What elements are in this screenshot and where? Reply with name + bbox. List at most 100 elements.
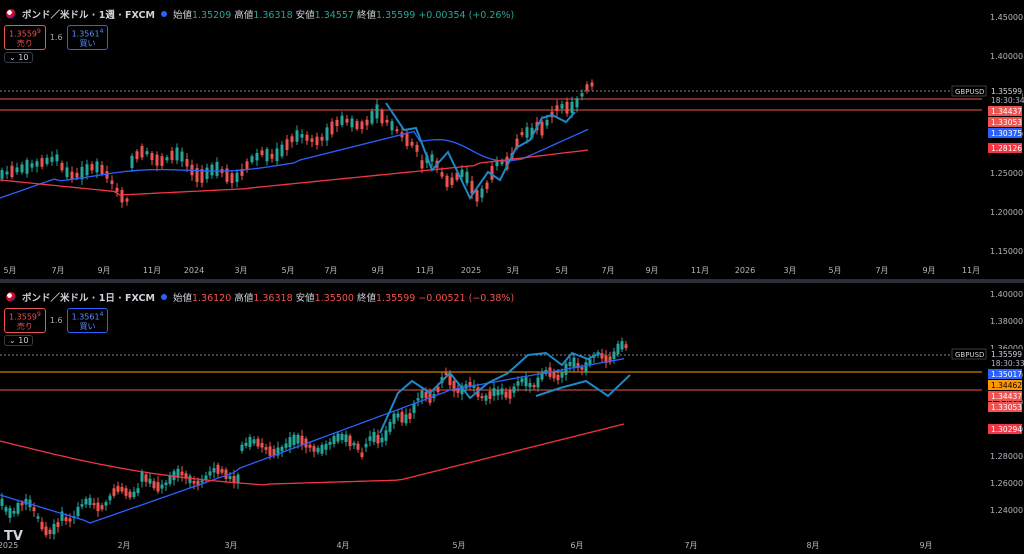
- sell-button[interactable]: 1.35599 売り: [4, 25, 46, 50]
- moving-average-line: [0, 423, 625, 486]
- collapse-indicators-button[interactable]: ⌄ 10: [4, 335, 34, 346]
- candle-body: [532, 385, 536, 388]
- price-tag-label: 18:30:33: [991, 359, 1024, 368]
- close-label: 終値: [357, 10, 377, 21]
- buy-button[interactable]: 1.35614 買い: [66, 308, 109, 333]
- daily-chart-canvas[interactable]: 1.400001.380001.360001.340001.320001.300…: [0, 283, 1024, 554]
- sell-button[interactable]: 1.35599 売り: [4, 308, 46, 333]
- candle-body: [528, 383, 532, 388]
- candle-body: [400, 411, 404, 423]
- candle-body: [410, 141, 414, 146]
- candle-body: [70, 171, 74, 179]
- price-tag-label: 1.34462: [991, 381, 1022, 390]
- candle-body: [228, 476, 232, 480]
- gbp-flag-icon: [6, 9, 16, 19]
- candle-body: [100, 164, 104, 174]
- collapse-indicators-button[interactable]: ⌄ 10: [4, 52, 34, 63]
- symbol-tag-label: GBPUSD: [955, 351, 984, 359]
- candle-body: [520, 132, 524, 136]
- candle-body: [92, 503, 96, 506]
- candle-body: [488, 391, 492, 399]
- candle-body: [290, 136, 294, 143]
- candle-body: [144, 474, 148, 482]
- candle-body: [25, 160, 29, 174]
- change-value: −0.00521 (−0.38%): [418, 293, 515, 304]
- candle-body: [340, 434, 344, 440]
- x-axis-tick-label: 5月: [281, 266, 294, 275]
- candle-body: [180, 151, 184, 162]
- candle-body: [5, 171, 9, 175]
- candle-body: [156, 482, 160, 492]
- candle-body: [296, 434, 300, 444]
- candle-body: [504, 391, 508, 398]
- daily-symbol-title[interactable]: ポンド／米ドル · 1日 · FXCM: [22, 290, 155, 304]
- candle-body: [252, 439, 256, 444]
- candle-body: [208, 471, 212, 476]
- candle-body: [524, 377, 528, 387]
- tradingview-logo[interactable]: TV: [4, 529, 23, 544]
- x-axis-tick-label: 9月: [922, 266, 935, 275]
- candle-body: [128, 491, 132, 498]
- candle-body: [150, 153, 154, 161]
- open-label: 始値: [172, 10, 192, 21]
- candle-body: [104, 502, 108, 506]
- daily-legend: ポンド／米ドル · 1日 · FXCM 始値1.36120 高値1.36318 …: [6, 290, 514, 304]
- y-axis-tick-label: 1.40000: [990, 290, 1023, 299]
- candle-body: [145, 151, 149, 155]
- weekly-chart-pane[interactable]: 1.450001.400001.350001.300001.250001.200…: [0, 0, 1024, 279]
- price-tag-label: 18:30:34: [991, 96, 1024, 105]
- candle-body: [288, 437, 292, 448]
- candle-body: [168, 475, 172, 484]
- candle-body: [560, 372, 564, 378]
- candle-body: [245, 161, 249, 170]
- candle-body: [316, 447, 320, 453]
- candle-body: [40, 158, 44, 167]
- price-tag-label: 1.35599: [991, 350, 1022, 359]
- x-axis-tick-label: 2024: [184, 266, 204, 275]
- candle-body: [365, 119, 369, 126]
- candle-body: [32, 507, 36, 512]
- weekly-symbol-title[interactable]: ポンド／米ドル · 1週 · FXCM: [22, 7, 155, 21]
- candle-body: [585, 84, 589, 91]
- candle-body: [495, 161, 499, 167]
- candle-body: [580, 367, 584, 370]
- candle-body: [348, 435, 352, 447]
- price-tag-label: 1.28126: [991, 144, 1022, 153]
- weekly-chart-canvas[interactable]: 1.450001.400001.350001.300001.250001.200…: [0, 0, 1024, 279]
- candle-body: [192, 481, 196, 484]
- high-label: 高値: [234, 293, 254, 304]
- y-axis-tick-label: 1.25000: [990, 169, 1023, 178]
- low-label: 安値: [295, 10, 315, 21]
- candle-body: [265, 149, 269, 162]
- candle-body: [10, 165, 14, 178]
- candle-body: [60, 162, 64, 171]
- candle-body: [408, 413, 412, 419]
- candle-body: [268, 446, 272, 456]
- x-axis-tick-label: 7月: [601, 266, 614, 275]
- candle-body: [255, 152, 259, 161]
- daily-chart-pane[interactable]: 1.400001.380001.360001.340001.320001.300…: [0, 283, 1024, 554]
- high-value: 1.36318: [253, 10, 293, 21]
- candle-body: [55, 154, 59, 162]
- candle-body: [16, 503, 20, 514]
- candle-body: [120, 486, 124, 492]
- candle-body: [480, 188, 484, 198]
- low-label: 安値: [295, 293, 315, 304]
- candle-body: [492, 388, 496, 396]
- candle-body: [205, 167, 209, 180]
- open-label: 始値: [172, 293, 192, 304]
- candle-body: [140, 472, 144, 482]
- candle-body: [45, 157, 49, 165]
- gbp-flag-icon: [6, 292, 16, 302]
- buy-button[interactable]: 1.35614 買い: [66, 25, 109, 50]
- candle-body: [108, 495, 112, 501]
- candle-body: [520, 378, 524, 383]
- y-axis-tick-label: 1.24000: [990, 506, 1023, 515]
- candle-body: [612, 351, 616, 359]
- spread-value: 1.6: [49, 32, 63, 42]
- candle-body: [475, 190, 479, 202]
- candle-body: [112, 488, 116, 496]
- candle-body: [115, 187, 119, 192]
- candle-body: [330, 121, 334, 135]
- candle-body: [210, 164, 214, 176]
